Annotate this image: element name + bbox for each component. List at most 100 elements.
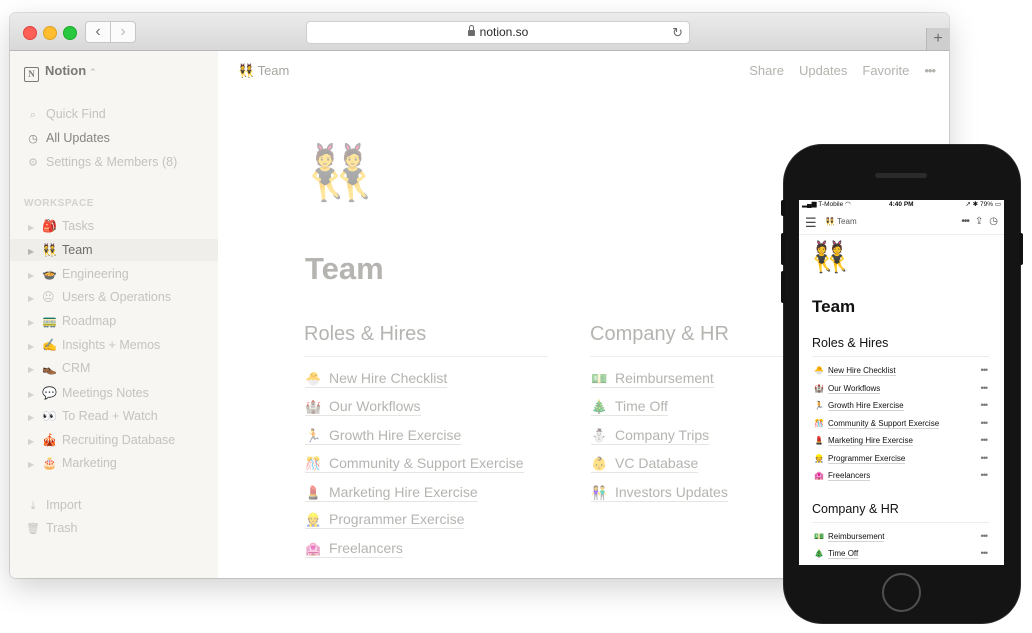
expand-triangle-icon[interactable]: ▶ bbox=[28, 454, 42, 476]
expand-triangle-icon[interactable]: ▶ bbox=[28, 431, 42, 453]
sidebar-item-meetings-notes[interactable]: ▶ 💬 Meetings Notes bbox=[10, 382, 218, 404]
page-link-growth-hire-exercise[interactable]: 🏃 Growth Hire Exercise bbox=[305, 427, 462, 445]
mobile-page-emoji-icon[interactable]: 👯 bbox=[811, 243, 848, 273]
sidebar-quick-find[interactable]: ⌕ Quick Find bbox=[26, 107, 106, 122]
sidebar-all-updates[interactable]: ◷ All Updates bbox=[26, 131, 110, 145]
import-icon: ⤓ bbox=[30, 500, 36, 512]
sidebar-settings-members[interactable]: ⚙ Settings & Members (8) bbox=[26, 155, 177, 169]
phone-home-button[interactable] bbox=[882, 573, 921, 612]
page-link-our-workflows[interactable]: 🏰 Our Workflows bbox=[305, 398, 421, 416]
mobile-heading-company-hr: Company & HR bbox=[812, 502, 989, 523]
mobile-page-title[interactable]: Team bbox=[812, 297, 855, 317]
address-bar[interactable]: notion.so ↻ bbox=[306, 21, 690, 44]
back-button[interactable]: ‹ bbox=[85, 21, 111, 43]
mobile-link-time-off[interactable]: 🎄 Time Off ••• bbox=[814, 548, 989, 559]
sidebar-item-recruiting-database[interactable]: ▶ 🎪 Recruiting Database bbox=[10, 429, 218, 451]
page-link-emoji-icon: 💄 bbox=[814, 436, 824, 445]
sidebar-item-tasks[interactable]: ▶ 🎒 Tasks bbox=[10, 215, 218, 237]
mobile-breadcrumb[interactable]: 👯 Team bbox=[825, 217, 857, 226]
minimize-window-button[interactable] bbox=[43, 26, 57, 40]
page-emoji-icon: 🚃 bbox=[42, 314, 57, 328]
page-link-investors-updates[interactable]: 👫 Investors Updates bbox=[591, 484, 728, 502]
share-icon[interactable]: ⇪ bbox=[975, 216, 983, 227]
sidebar-item-team[interactable]: ▶ 👯 Team bbox=[10, 239, 218, 261]
page-link-emoji-icon: 👶 bbox=[591, 456, 608, 471]
maximize-window-button[interactable] bbox=[63, 26, 77, 40]
page-link-community-support-exercise[interactable]: 🎊 Community & Support Exercise bbox=[305, 455, 524, 473]
expand-triangle-icon[interactable]: ▶ bbox=[28, 336, 42, 358]
new-tab-button[interactable]: + bbox=[926, 28, 949, 50]
row-more-icon[interactable]: ••• bbox=[981, 365, 989, 375]
sidebar-item-label: Insights + Memos bbox=[62, 338, 161, 352]
page-link-new-hire-checklist[interactable]: 🐣 New Hire Checklist bbox=[305, 370, 448, 388]
expand-triangle-icon[interactable]: ▶ bbox=[28, 359, 42, 381]
favorite-button[interactable]: Favorite bbox=[862, 63, 909, 78]
expand-triangle-icon[interactable]: ▶ bbox=[28, 312, 42, 334]
page-emoji-icon[interactable]: 👯 bbox=[306, 146, 373, 200]
mobile-link-our-workflows[interactable]: 🏰 Our Workflows ••• bbox=[814, 383, 989, 394]
expand-triangle-icon[interactable]: ▶ bbox=[28, 407, 42, 429]
sidebar-trash[interactable]: 🗑 Trash bbox=[26, 521, 78, 535]
more-options-icon[interactable]: ••• bbox=[961, 216, 969, 227]
phone-device: ▂▄▆ T-Mobile ◠ 4:40 PM ➚ ✱ 79% ▭ ☰ 👯 Tea… bbox=[781, 145, 1023, 623]
sidebar-link-label: Quick Find bbox=[46, 107, 106, 121]
page-emoji-icon: 🎒 bbox=[42, 219, 57, 233]
row-more-icon[interactable]: ••• bbox=[981, 453, 989, 463]
mobile-link-reimbursement[interactable]: 💵 Reimbursement ••• bbox=[814, 531, 989, 542]
row-more-icon[interactable]: ••• bbox=[981, 418, 989, 428]
page-link-reimbursement[interactable]: 💵 Reimbursement bbox=[591, 370, 714, 388]
row-more-icon[interactable]: ••• bbox=[981, 531, 989, 541]
expand-triangle-icon[interactable]: ▶ bbox=[28, 217, 42, 239]
page-title[interactable]: Team bbox=[305, 251, 384, 287]
column-heading-company-hr: Company & HR bbox=[590, 323, 790, 357]
mobile-link-new-hire-checklist[interactable]: 🐣 New Hire Checklist ••• bbox=[814, 365, 989, 376]
page-emoji-icon: 💬 bbox=[42, 386, 57, 400]
expand-triangle-icon[interactable]: ▶ bbox=[28, 384, 42, 406]
page-link-freelancers[interactable]: 🏩 Freelancers bbox=[305, 540, 403, 558]
row-more-icon[interactable]: ••• bbox=[981, 470, 989, 480]
expand-triangle-icon[interactable]: ▶ bbox=[28, 265, 42, 287]
page-link-vc-database[interactable]: 👶 VC Database bbox=[591, 455, 699, 473]
more-options-icon[interactable]: ••• bbox=[924, 63, 936, 78]
menu-icon[interactable]: ☰ bbox=[805, 216, 817, 229]
workspace-switcher[interactable]: N Notion ⌃ bbox=[24, 63, 97, 82]
sidebar-import[interactable]: ⤓ Import bbox=[26, 498, 82, 513]
sidebar-item-insights-memos[interactable]: ▶ ✍️ Insights + Memos bbox=[10, 334, 218, 356]
breadcrumb-emoji-icon: 👯 bbox=[238, 63, 255, 78]
page-link-company-trips[interactable]: ⛄ Company Trips bbox=[591, 427, 710, 445]
share-button[interactable]: Share bbox=[749, 63, 784, 78]
sidebar-item-label: To Read + Watch bbox=[62, 409, 158, 423]
sidebar-item-users-operations[interactable]: ▶ 😐 Users & Operations bbox=[10, 286, 218, 308]
row-more-icon[interactable]: ••• bbox=[981, 400, 989, 410]
row-more-icon[interactable]: ••• bbox=[981, 383, 989, 393]
mobile-link-programmer-exercise[interactable]: 👷 Programmer Exercise ••• bbox=[814, 453, 989, 464]
page-emoji-icon: 👞 bbox=[42, 361, 57, 375]
row-more-icon[interactable]: ••• bbox=[981, 548, 989, 558]
sidebar-item-crm[interactable]: ▶ 👞 CRM bbox=[10, 357, 218, 379]
page-link-programmer-exercise[interactable]: 👷 Programmer Exercise bbox=[305, 511, 465, 529]
expand-triangle-icon[interactable]: ▶ bbox=[28, 288, 42, 310]
sidebar-item-engineering[interactable]: ▶ 🍲 Engineering bbox=[10, 263, 218, 285]
mobile-link-marketing-hire-exercise[interactable]: 💄 Marketing Hire Exercise ••• bbox=[814, 435, 989, 446]
forward-button[interactable]: › bbox=[110, 21, 136, 43]
updates-button[interactable]: Updates bbox=[799, 63, 847, 78]
mobile-link-freelancers[interactable]: 🏩 Freelancers ••• bbox=[814, 470, 989, 481]
page-link-time-off[interactable]: 🎄 Time Off bbox=[591, 398, 668, 416]
phone-volume-down bbox=[781, 271, 785, 303]
sidebar-item-marketing[interactable]: ▶ 🎂 Marketing bbox=[10, 452, 218, 474]
page-link-label: Community & Support Exercise bbox=[329, 455, 524, 471]
sidebar-item-label: Engineering bbox=[62, 267, 129, 281]
sidebar-link-label: Trash bbox=[46, 521, 78, 535]
close-window-button[interactable] bbox=[23, 26, 37, 40]
sidebar-item-roadmap[interactable]: ▶ 🚃 Roadmap bbox=[10, 310, 218, 332]
mobile-link-community-support-exercise[interactable]: 🎊 Community & Support Exercise ••• bbox=[814, 418, 989, 429]
breadcrumb[interactable]: 👯 Team bbox=[238, 63, 289, 79]
row-more-icon[interactable]: ••• bbox=[981, 435, 989, 445]
mobile-link-growth-hire-exercise[interactable]: 🏃 Growth Hire Exercise ••• bbox=[814, 400, 989, 411]
history-icon[interactable]: ◷ bbox=[989, 216, 998, 227]
reload-icon[interactable]: ↻ bbox=[672, 22, 683, 43]
page-link-marketing-hire-exercise[interactable]: 💄 Marketing Hire Exercise bbox=[305, 484, 478, 502]
sidebar-item-to-read-watch[interactable]: ▶ 👀 To Read + Watch bbox=[10, 405, 218, 427]
expand-triangle-icon[interactable]: ▶ bbox=[28, 241, 42, 263]
status-battery: ➚ ✱ 79% ▭ bbox=[965, 201, 1001, 208]
